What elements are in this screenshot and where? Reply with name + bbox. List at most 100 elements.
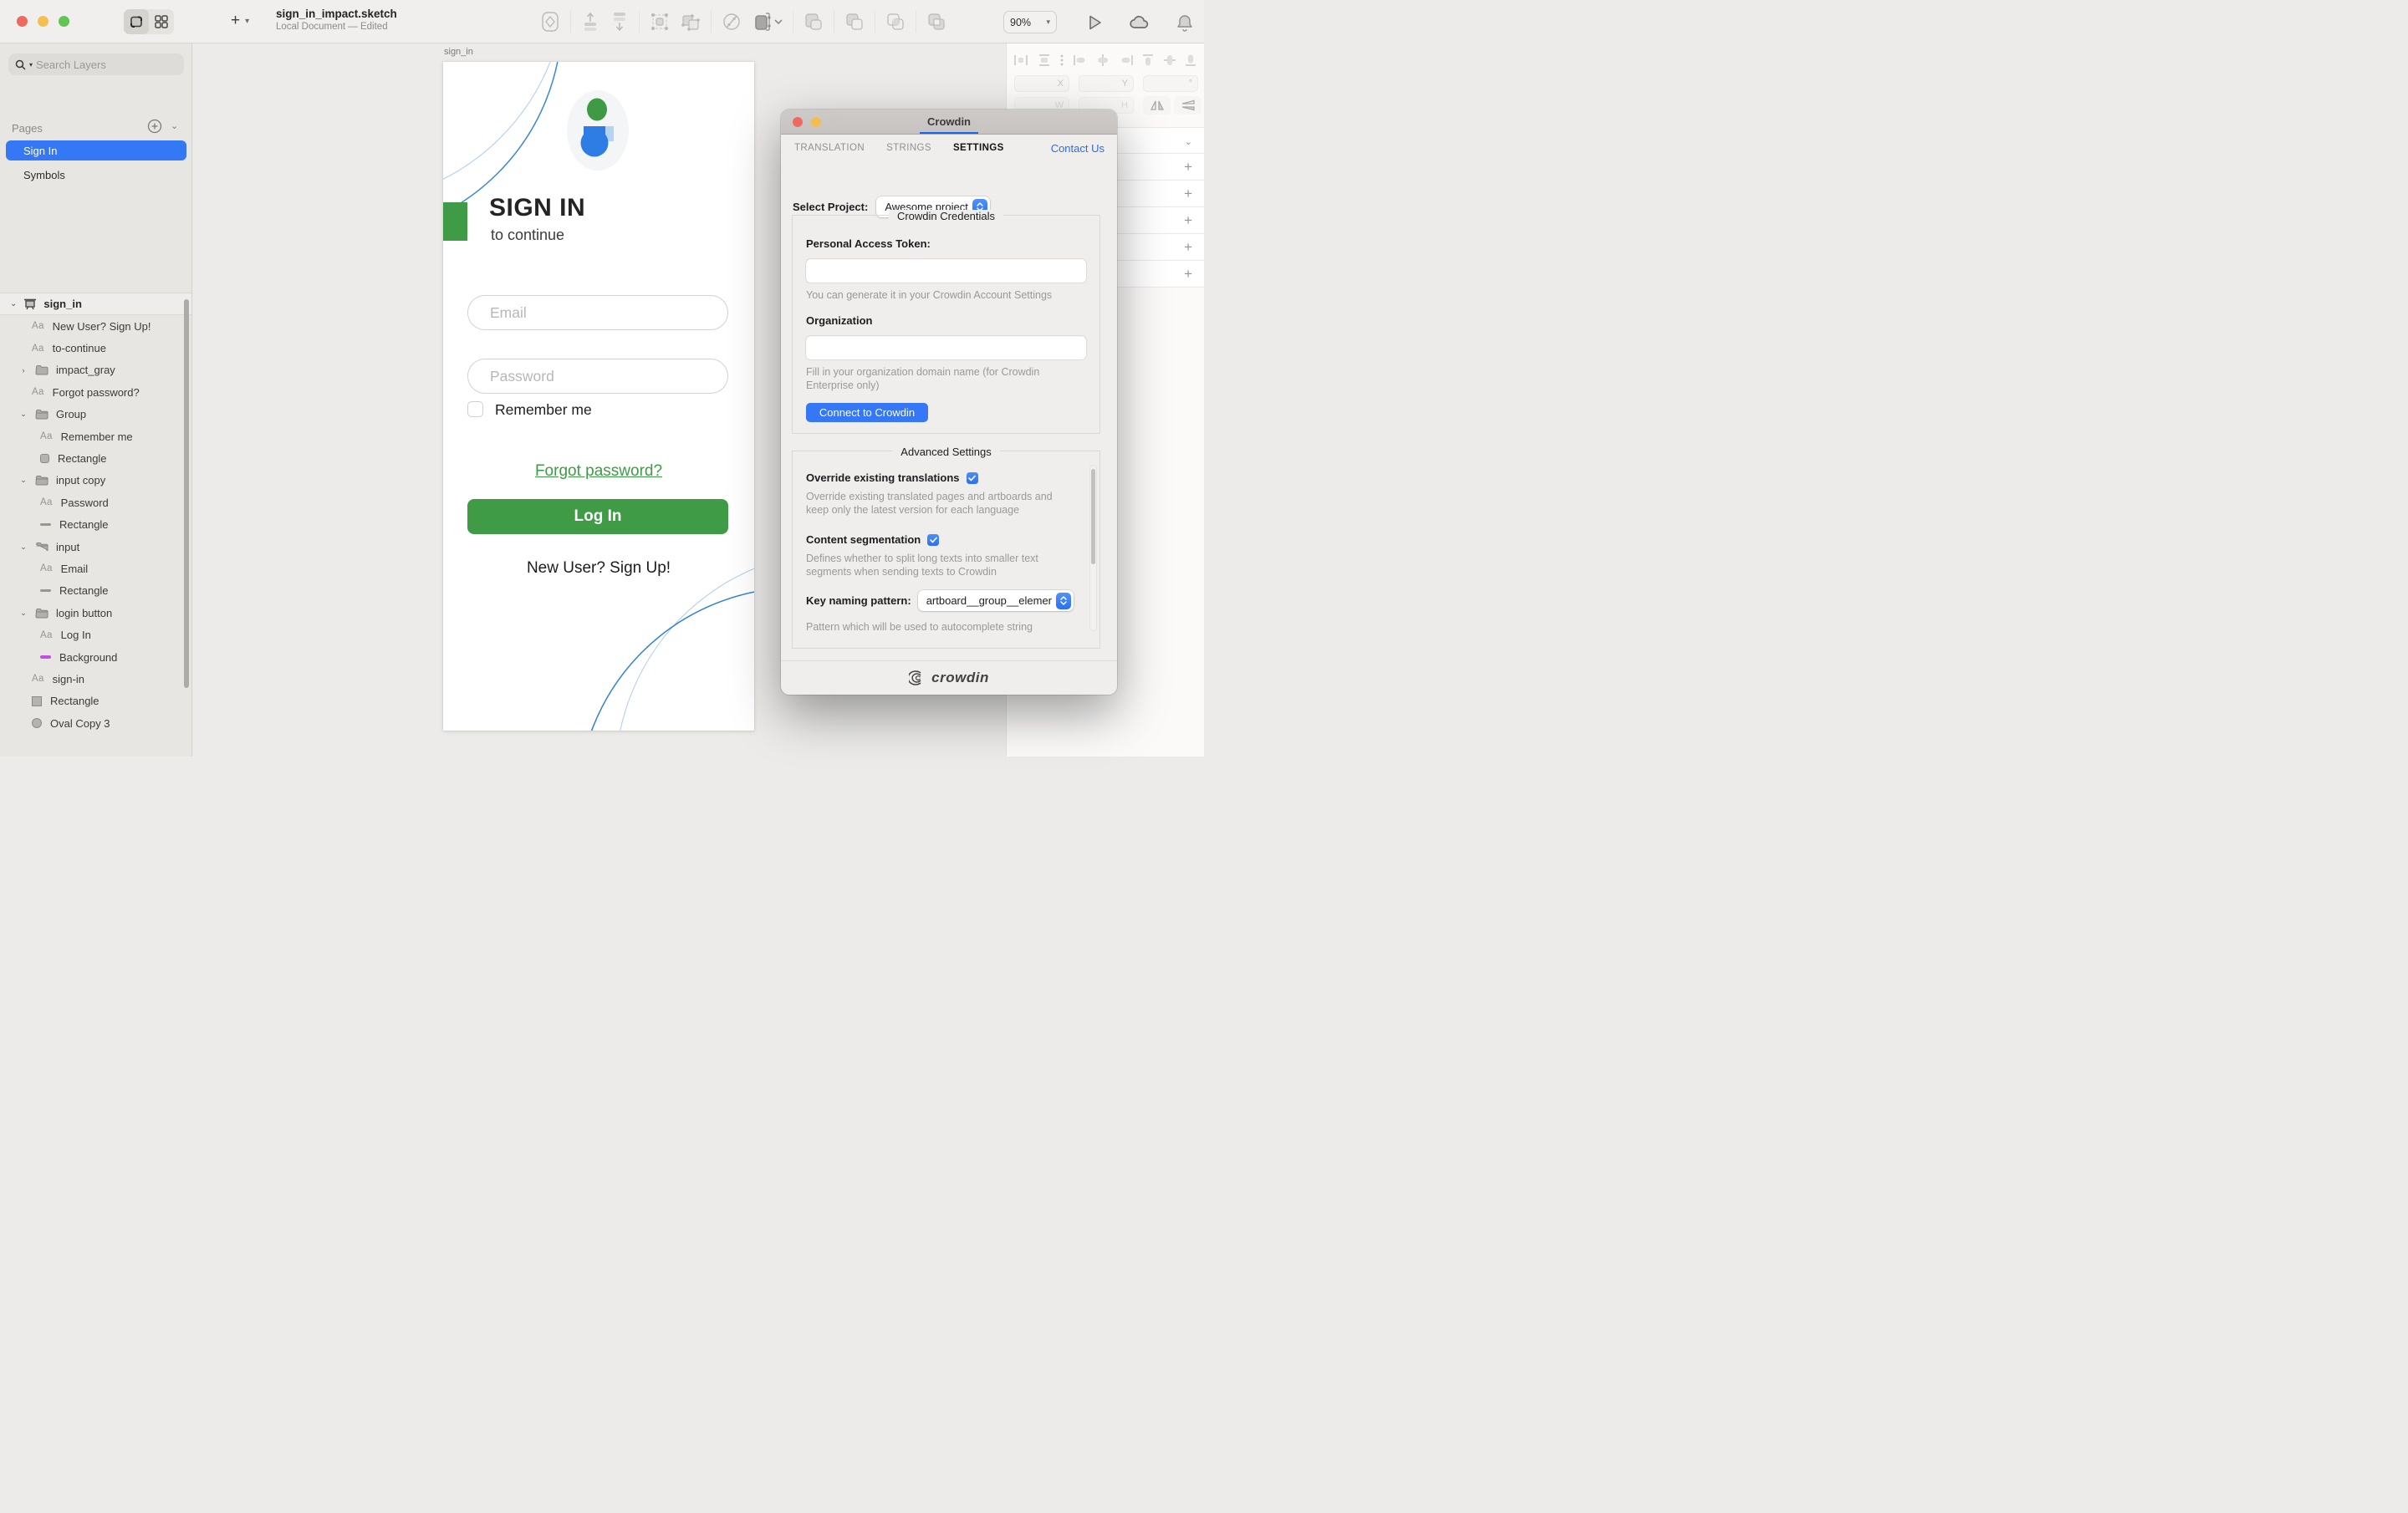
more-options-icon[interactable] <box>1059 53 1064 67</box>
plus-icon[interactable]: + <box>1184 186 1192 202</box>
plus-icon[interactable]: + <box>1184 159 1192 176</box>
layer-row[interactable]: ⌄ input copy <box>0 470 191 492</box>
layer-row[interactable]: ⌄ login button <box>0 602 191 624</box>
crowdin-plugin-window[interactable]: Crowdin TRANSLATION STRINGS SETTINGS Con… <box>781 110 1117 695</box>
layer-row[interactable]: Aato-continue <box>0 337 191 359</box>
segmentation-checkbox[interactable] <box>927 534 939 546</box>
flip-horizontal-button[interactable] <box>1143 96 1171 115</box>
align-left-icon[interactable] <box>1073 53 1088 67</box>
insert-button[interactable]: + ▾ <box>231 10 249 32</box>
tab-strings[interactable]: STRINGS <box>886 143 931 153</box>
layer-row[interactable]: Aasign-in <box>0 668 191 690</box>
cloud-share-button[interactable] <box>1129 13 1150 32</box>
connect-to-crowdin-button[interactable]: Connect to Crowdin <box>806 403 928 422</box>
canvas-view-button[interactable] <box>124 9 149 34</box>
chevron-down-icon[interactable]: ⌄ <box>10 299 17 308</box>
pages-collapse-chevron-icon[interactable]: ⌄ <box>171 120 178 131</box>
email-input[interactable] <box>468 296 727 329</box>
plus-icon[interactable]: + <box>1184 239 1192 256</box>
contact-us-link[interactable]: Contact Us <box>1051 142 1105 155</box>
email-field[interactable] <box>467 295 728 330</box>
align-middle-vertical-icon[interactable] <box>1163 53 1176 67</box>
layer-row[interactable]: Oval Copy 3 <box>0 712 191 734</box>
key-pattern-select[interactable]: artboard__group__elemer <box>918 590 1074 611</box>
y-position-field[interactable]: Y <box>1079 75 1134 92</box>
transform-icon[interactable] <box>721 10 742 33</box>
password-field[interactable] <box>467 359 728 394</box>
override-checkbox[interactable] <box>967 472 978 484</box>
layer-row[interactable]: AaEmail <box>0 558 191 579</box>
advanced-scrollbar-track[interactable] <box>1089 465 1097 631</box>
minimize-window-button[interactable] <box>38 16 48 27</box>
create-symbol-icon[interactable] <box>539 10 561 33</box>
green-accent-rectangle <box>443 202 467 241</box>
layer-row[interactable]: Rectangle <box>0 514 191 536</box>
distribute-horizontally-icon[interactable] <box>1013 53 1028 67</box>
layer-row[interactable]: AaRemember me <box>0 425 191 447</box>
move-forward-icon[interactable] <box>580 10 600 33</box>
preview-play-button[interactable] <box>1085 13 1104 32</box>
organization-input[interactable] <box>806 336 1086 359</box>
layer-row[interactable]: Background <box>0 646 191 668</box>
chevron-down-icon[interactable]: ⌄ <box>19 410 28 419</box>
layer-row[interactable]: Rectangle <box>0 690 191 712</box>
artboard-sign-in[interactable]: SIGN IN to continue Remember me Forgot p… <box>443 62 754 731</box>
sidebar-page-sign-in[interactable]: Sign In <box>6 140 186 160</box>
layer-row[interactable]: AaLog In <box>0 624 191 645</box>
layer-row[interactable]: ⌄ Group <box>0 404 191 425</box>
add-page-button[interactable] <box>147 119 162 134</box>
log-in-button[interactable]: Log In <box>467 499 728 534</box>
ungroup-icon[interactable] <box>680 10 701 33</box>
align-right-icon[interactable] <box>1119 53 1134 67</box>
boolean-subtract-icon[interactable] <box>844 10 865 33</box>
chevron-down-icon[interactable]: ⌄ <box>1185 136 1192 147</box>
boolean-union-icon[interactable] <box>803 10 824 33</box>
align-bottom-icon[interactable] <box>1184 53 1197 67</box>
x-position-field[interactable]: X <box>1014 75 1069 92</box>
zoom-window-button[interactable] <box>59 16 69 27</box>
flip-vertical-button[interactable] <box>1174 96 1201 115</box>
sign-up-text[interactable]: New User? Sign Up! <box>443 559 754 578</box>
layer-row[interactable]: Rectangle <box>0 580 191 602</box>
zoom-level-dropdown[interactable]: 90% ▾ <box>1003 11 1057 33</box>
layer-label: Password <box>61 497 109 509</box>
chevron-right-icon[interactable]: › <box>19 366 28 374</box>
layer-row[interactable]: ⌄ input <box>0 536 191 558</box>
crowdin-titlebar[interactable]: Crowdin <box>781 110 1117 135</box>
artboard-title-label[interactable]: sign_in <box>444 47 473 57</box>
notifications-bell-button[interactable] <box>1176 13 1194 33</box>
move-backward-icon[interactable] <box>610 10 630 33</box>
advanced-scrollbar-thumb[interactable] <box>1091 469 1095 564</box>
forgot-password-link[interactable]: Forgot password? <box>443 462 754 481</box>
tab-settings[interactable]: SETTINGS <box>953 143 1004 153</box>
chevron-down-icon[interactable]: ⌄ <box>19 543 28 552</box>
sidebar-scrollbar[interactable] <box>184 299 189 688</box>
sidebar-page-symbols[interactable]: Symbols <box>6 165 186 185</box>
close-window-button[interactable] <box>17 16 28 27</box>
chevron-down-icon[interactable]: ⌄ <box>19 476 28 485</box>
align-center-horizontal-icon[interactable] <box>1095 53 1110 67</box>
boolean-intersect-icon[interactable] <box>885 10 906 33</box>
search-layers-field[interactable]: ▾ <box>8 53 184 75</box>
personal-access-token-input[interactable] <box>806 259 1086 283</box>
chevron-down-icon[interactable]: ⌄ <box>19 609 28 618</box>
layer-row[interactable]: AaPassword <box>0 492 191 513</box>
layer-row[interactable]: Rectangle <box>0 447 191 469</box>
rotation-field[interactable]: ° <box>1143 75 1198 92</box>
layer-row[interactable]: AaForgot password? <box>0 381 191 403</box>
layer-row[interactable]: › impact_gray <box>0 359 191 381</box>
layer-row[interactable]: AaNew User? Sign Up! <box>0 315 191 337</box>
distribute-vertically-icon[interactable] <box>1037 53 1052 67</box>
password-input[interactable] <box>468 359 727 393</box>
artboard-layer-header[interactable]: ⌄ sign_in <box>0 293 191 315</box>
prototype-view-button[interactable] <box>149 9 174 34</box>
boolean-difference-icon[interactable] <box>926 10 947 33</box>
resize-icon[interactable] <box>752 10 783 33</box>
plus-icon[interactable]: + <box>1184 266 1192 283</box>
plus-icon[interactable]: + <box>1184 212 1192 229</box>
tab-translation[interactable]: TRANSLATION <box>794 143 865 153</box>
search-input[interactable] <box>36 59 153 71</box>
group-icon[interactable] <box>649 10 671 33</box>
align-top-icon[interactable] <box>1141 53 1155 67</box>
remember-me-checkbox[interactable] <box>467 401 483 417</box>
